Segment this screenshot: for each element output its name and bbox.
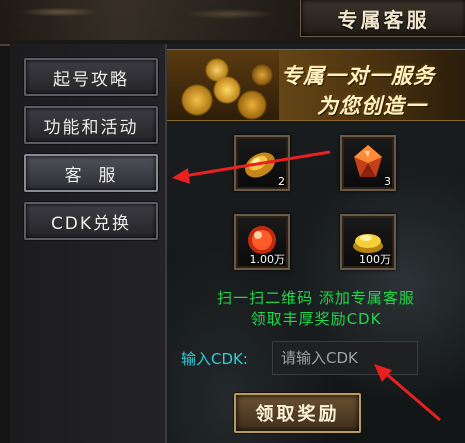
reward-slot[interactable]: 2 [234, 135, 290, 191]
tab-label: 客 服 [64, 165, 118, 186]
content-panel: 专属一对一服务 为您创造一 2 3 1.00万 100万 扫一扫二维码 添加专属… [167, 44, 465, 443]
claim-reward-button[interactable]: 领取奖励 [234, 393, 361, 433]
claim-button-label: 领取奖励 [255, 404, 340, 425]
reward-slot[interactable]: 3 [340, 135, 396, 191]
reward-count: 1.00万 [249, 253, 286, 266]
tab-label: 起号攻略 [53, 69, 129, 90]
tab-cdk-redeem[interactable]: CDK兑换 [24, 202, 158, 240]
dragon-ornament [0, 0, 300, 40]
tab-features-events[interactable]: 功能和活动 [24, 106, 158, 144]
promo-banner: 专属一对一服务 为您创造一 [167, 49, 465, 121]
reward-count: 100万 [359, 253, 391, 266]
banner-line2: 为您创造一 [317, 94, 427, 118]
sidebar: 起号攻略 功能和活动 客 服 CDK兑换 [10, 44, 167, 443]
reward-count: 2 [278, 175, 285, 188]
tab-customer-service[interactable]: 客 服 [24, 154, 158, 192]
cdk-label: 输入CDK: [181, 350, 248, 368]
tab-label: 功能和活动 [43, 117, 139, 138]
window-title: 专属客服 [337, 7, 430, 32]
reward-slot[interactable]: 1.00万 [234, 214, 290, 270]
reward-slot[interactable]: 100万 [340, 214, 396, 270]
treasure-icon [167, 50, 279, 120]
info-line2: 领取丰厚奖励CDK [250, 310, 382, 328]
info-line1: 扫一扫二维码 添加专属客服 [217, 289, 415, 307]
window-header: 专属客服 [0, 0, 465, 46]
cdk-input[interactable] [272, 341, 418, 375]
title-plate: 专属客服 [300, 0, 465, 37]
tab-start-guide[interactable]: 起号攻略 [24, 58, 158, 96]
reward-count: 3 [384, 175, 391, 188]
banner-line1: 专属一对一服务 [281, 64, 435, 88]
tab-label: CDK兑换 [50, 213, 132, 234]
